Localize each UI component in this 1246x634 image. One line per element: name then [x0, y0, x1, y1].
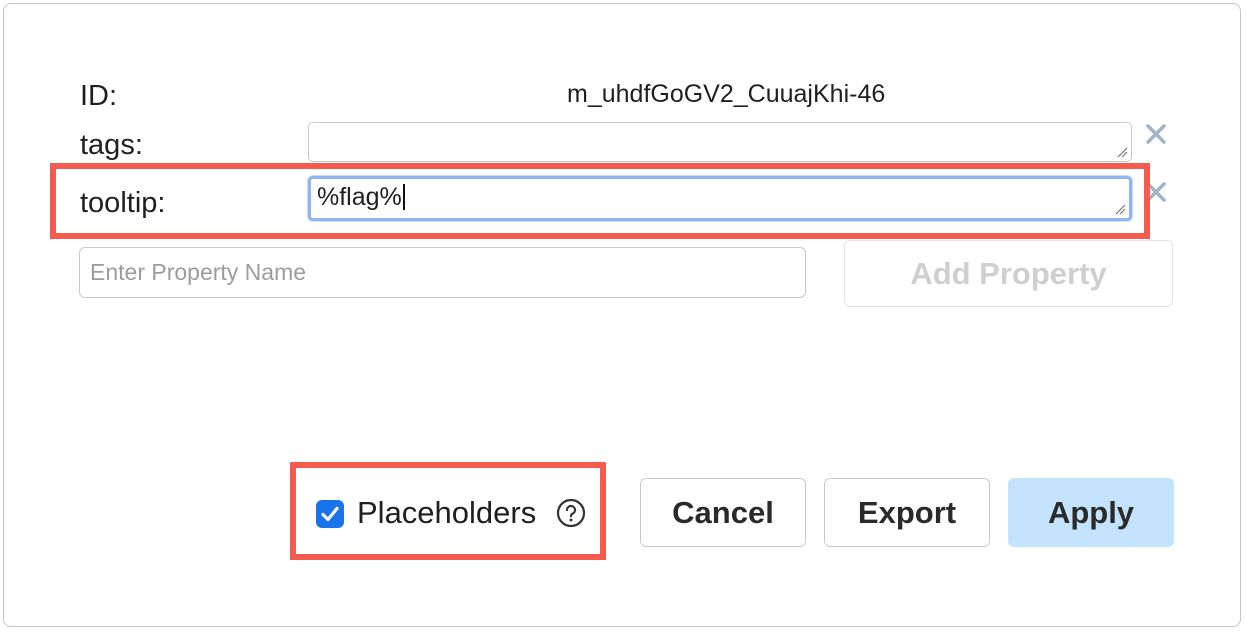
resize-grip-icon[interactable]	[1116, 146, 1128, 158]
property-name-input[interactable]	[79, 247, 806, 298]
id-label: ID:	[80, 80, 118, 112]
add-property-button[interactable]: Add Property	[844, 240, 1173, 307]
cancel-button[interactable]: Cancel	[640, 478, 806, 547]
tags-label: tags:	[80, 129, 143, 161]
tooltip-row-highlight	[50, 163, 1150, 239]
tags-field[interactable]	[308, 122, 1132, 162]
placeholders-highlight	[290, 462, 606, 560]
export-button[interactable]: Export	[824, 478, 990, 547]
remove-tags-close-icon[interactable]	[1144, 122, 1168, 146]
id-value: m_uhdfGoGV2_CuuajKhi-46	[567, 80, 886, 108]
apply-button[interactable]: Apply	[1008, 478, 1174, 547]
